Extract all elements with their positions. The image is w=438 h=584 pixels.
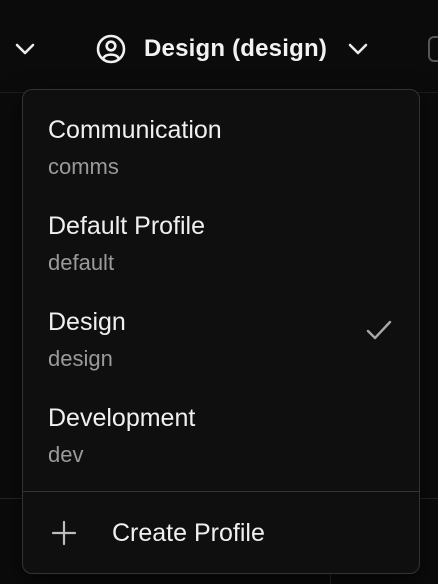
profile-dropdown-menu: Communication comms Default Profile defa…: [22, 89, 420, 574]
menu-item-development[interactable]: Development dev: [23, 378, 419, 474]
menu-item-name: Development: [48, 404, 196, 432]
menu-item-design[interactable]: Design design: [23, 282, 419, 378]
menu-item-slug: comms: [48, 154, 119, 179]
cropped-toolbar-button[interactable]: [428, 36, 438, 62]
create-profile-button[interactable]: Create Profile: [23, 492, 419, 573]
menu-item-communication[interactable]: Communication comms: [23, 90, 419, 186]
app-window: Design (design) Communication comms Defa…: [0, 0, 438, 584]
profile-switcher-label: Design (design): [144, 35, 328, 62]
user-circle-icon: [96, 34, 126, 64]
profile-switcher-button[interactable]: Design (design): [96, 28, 369, 70]
chevron-down-icon[interactable]: [14, 38, 36, 60]
plus-icon: [51, 520, 77, 546]
menu-item-slug: default: [48, 250, 115, 275]
create-profile-label: Create Profile: [112, 519, 265, 547]
menu-item-name: Default Profile: [48, 212, 206, 240]
menu-item-default-profile[interactable]: Default Profile default: [23, 186, 419, 282]
menu-item-slug: dev: [48, 442, 84, 467]
menu-item-slug: design: [48, 346, 113, 371]
menu-item-name: Communication: [48, 116, 222, 144]
menu-item-name: Design: [48, 308, 126, 336]
check-icon: [365, 318, 393, 342]
chevron-down-icon: [347, 38, 369, 60]
